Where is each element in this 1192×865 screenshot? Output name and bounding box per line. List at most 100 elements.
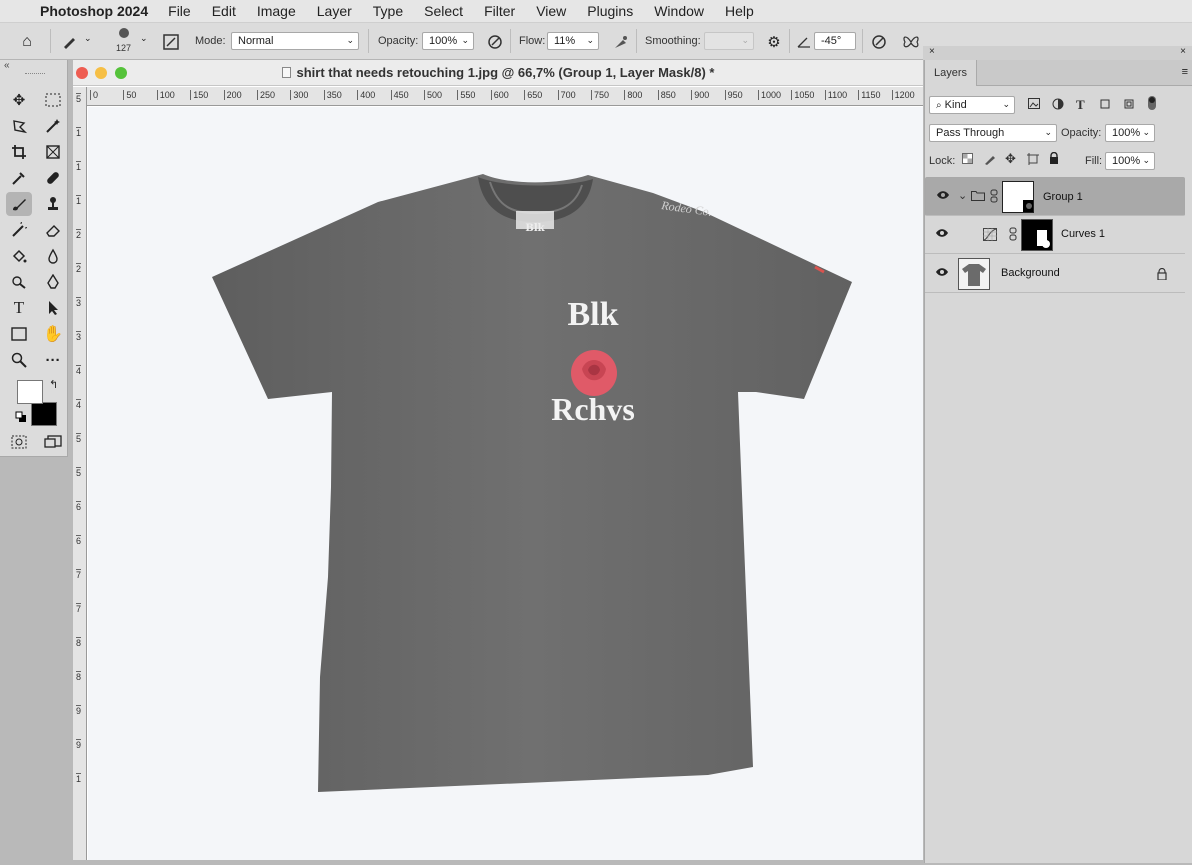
layer-mask-thumbnail[interactable] [1002,181,1034,213]
zoom-tool-icon[interactable] [6,348,32,372]
eye-icon[interactable] [935,228,949,241]
layers-panel: Layers ≡ ⌕ Kind ⌄ T Pass Through ⌄ Opacity… [924,60,1192,863]
menu-file[interactable]: File [168,3,191,19]
opacity-field[interactable]: 100% ⌄ [422,32,474,50]
menu-type[interactable]: Type [373,3,403,19]
adjustment-filter-icon[interactable] [1052,98,1064,113]
layer-row-group[interactable]: ⌄ Group 1 [925,177,1185,216]
magic-wand-icon[interactable] [40,114,66,138]
lasso-tool-icon[interactable] [6,114,32,138]
pressure-opacity-icon[interactable] [484,31,506,53]
layer-row-background[interactable]: Background [925,255,1185,293]
ruler-tick: 9 [76,705,82,716]
layer-name[interactable]: Curves 1 [1061,228,1105,240]
type-tool-icon[interactable]: T [6,296,32,320]
layer-name[interactable]: Group 1 [1043,190,1083,204]
marquee-tool-icon[interactable] [40,88,66,112]
chevron-down-icon[interactable]: ⌄ [140,33,148,44]
close-panel-icon[interactable]: × [929,46,935,57]
rectangle-tool-icon[interactable] [6,322,32,346]
home-icon[interactable]: ⌂ [14,31,40,53]
dodge-tool-icon[interactable] [6,270,32,294]
pressure-size-icon[interactable] [868,31,890,53]
shape-filter-icon[interactable] [1099,98,1111,113]
close-window-button[interactable] [76,67,88,79]
lock-position-icon[interactable]: ✥ [1005,151,1016,167]
menu-image[interactable]: Image [257,3,296,19]
menu-window[interactable]: Window [654,3,704,19]
menu-edit[interactable]: Edit [212,3,236,19]
history-brush-icon[interactable] [6,218,32,242]
chain-link-icon[interactable] [1009,227,1017,244]
gear-icon[interactable]: ⚙ [763,31,785,53]
pixel-filter-icon[interactable] [1028,98,1040,112]
panel-menu-icon[interactable]: ≡ [1182,66,1188,78]
airbrush-icon[interactable] [610,31,632,53]
brush-tool-icon[interactable] [6,192,32,216]
grip-handle[interactable] [25,73,45,75]
layer-mask-thumbnail[interactable] [1021,219,1053,251]
blur-tool-icon[interactable] [40,244,66,268]
chevron-down-icon[interactable]: ⌄ [84,33,92,44]
lock-artboard-icon[interactable] [1027,153,1039,168]
screen-mode-icon[interactable] [40,430,66,454]
symmetry-butterfly-icon[interactable] [900,31,922,53]
swap-colors-icon[interactable]: ↰ [49,378,58,391]
mode-select[interactable]: Normal ⌄ [231,32,359,50]
close-panel-icon[interactable]: × [1180,46,1186,57]
smart-object-filter-icon[interactable] [1123,98,1135,113]
filter-toggle-icon[interactable] [1147,95,1157,114]
brush-settings-icon[interactable] [160,31,182,53]
chevron-down-icon[interactable]: ⌄ [958,189,967,203]
menu-layer[interactable]: Layer [317,3,352,19]
minimize-window-button[interactable] [95,67,107,79]
hand-tool-icon[interactable]: ✋ [40,322,66,346]
flow-field[interactable]: 11% ⌄ [547,32,599,50]
collapse-icon[interactable]: « [4,60,10,71]
lock-transparent-icon[interactable] [962,153,973,167]
chain-link-icon[interactable] [990,189,998,207]
lock-all-icon[interactable] [1049,151,1059,167]
foreground-color-swatch[interactable] [17,380,43,404]
ruler-tick: 4 [76,399,82,410]
eyedropper-icon[interactable] [6,166,32,190]
default-colors-icon[interactable] [15,410,27,422]
layer-opacity-field[interactable]: 100% ⌄ [1105,124,1155,142]
layer-thumbnail[interactable] [958,258,990,290]
layer-filter-select[interactable]: ⌕ Kind ⌄ [929,96,1015,114]
quick-mask-icon[interactable] [6,430,32,454]
crop-tool-icon[interactable] [6,140,32,164]
eraser-icon[interactable] [40,218,66,242]
more-tools-icon[interactable]: ··· [40,348,66,372]
ruler-tick: 5 [76,93,82,104]
layer-name[interactable]: Background [1001,267,1060,279]
eye-icon[interactable] [936,190,950,204]
brush-preset-icon[interactable] [58,31,80,53]
eye-icon[interactable] [935,267,949,280]
menu-select[interactable]: Select [424,3,463,19]
layer-row-curves[interactable]: Curves 1 [925,216,1185,254]
smoothing-field[interactable]: ⌄ [704,32,754,50]
blend-mode-select[interactable]: Pass Through ⌄ [929,124,1057,142]
clone-stamp-icon[interactable] [40,192,66,216]
pen-tool-icon[interactable] [40,270,66,294]
tab-layers[interactable]: Layers [925,60,977,86]
menu-view[interactable]: View [536,3,566,19]
paint-bucket-icon[interactable] [6,244,32,268]
menu-plugins[interactable]: Plugins [587,3,633,19]
menu-help[interactable]: Help [725,3,754,19]
fill-field[interactable]: 100% ⌄ [1105,152,1155,170]
healing-brush-icon[interactable] [40,166,66,190]
type-filter-icon[interactable]: T [1076,97,1085,113]
menu-filter[interactable]: Filter [484,3,515,19]
angle-field[interactable]: -45° [814,32,856,50]
path-selection-icon[interactable] [40,296,66,320]
zoom-window-button[interactable] [115,67,127,79]
frame-tool-icon[interactable] [40,140,66,164]
lock-pixels-icon[interactable] [984,153,996,168]
move-tool-icon[interactable]: ✥ [6,88,32,112]
canvas[interactable]: Blk Blk Rchvs Rodeo Co. [88,107,923,860]
brush-tip-icon[interactable] [112,26,136,40]
background-color-swatch[interactable] [31,402,57,426]
app-name[interactable]: Photoshop 2024 [40,3,148,19]
